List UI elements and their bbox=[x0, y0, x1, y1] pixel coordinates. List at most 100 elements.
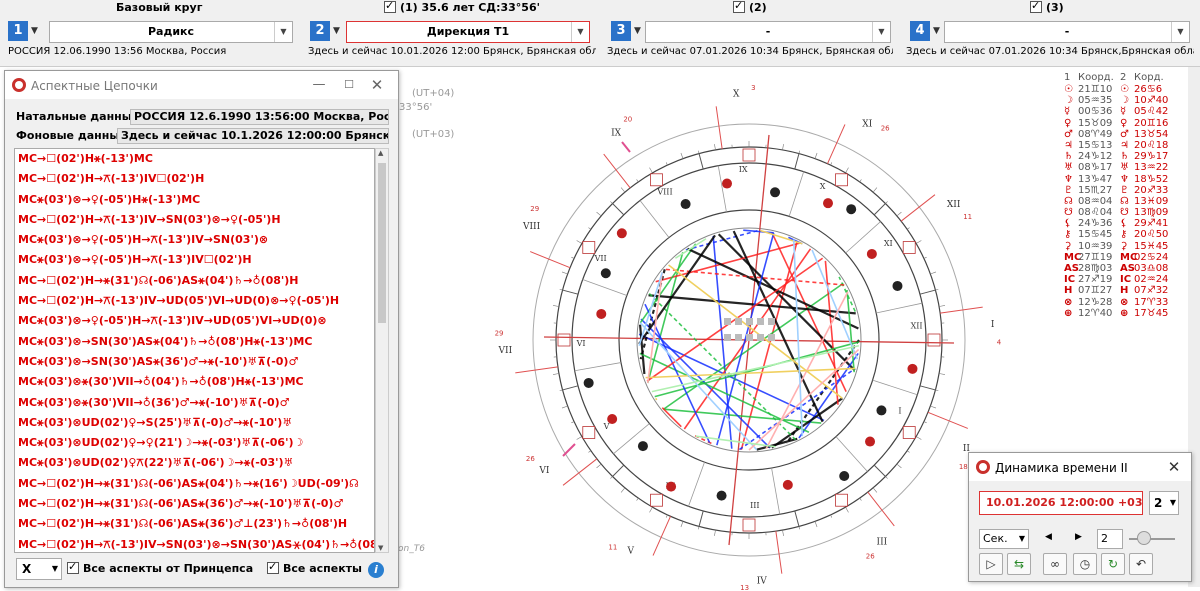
play-icon[interactable]: ▷ bbox=[979, 553, 1003, 575]
aspect-chain-row[interactable]: MC⚹(03')⊗UD(02')♀⚻(22')♅⊼(-06')☽→⚹(-03')… bbox=[15, 453, 374, 473]
speed-slider-handle[interactable] bbox=[1137, 531, 1151, 545]
aspect-chains-scrollbar[interactable]: ▲ ▼ bbox=[375, 148, 389, 553]
aspect-chain-row[interactable]: MC→☐(02')H→⚻(-13')IV→SN(03')⊗→SN(30')AS⚹… bbox=[15, 535, 374, 552]
aspect-chain-row[interactable]: MC→☐(02')H→⚹(31')☊(-06')AS⚹(36')♂⊥(23')♄… bbox=[15, 514, 374, 534]
circle-1-title: Базовый круг bbox=[116, 1, 203, 14]
undo-icon[interactable]: ↶ bbox=[1129, 553, 1153, 575]
chevron-down-icon[interactable]: ▼ bbox=[571, 22, 589, 42]
planet-glyph: ☽ bbox=[1120, 95, 1129, 107]
aspect-chain-row[interactable]: MC⚹(03')⊗UD(02')♀→♀(21')☽→⚹(-03')♅⊼(-06'… bbox=[15, 433, 374, 453]
reset-time-icon[interactable]: ↻ bbox=[1101, 553, 1125, 575]
aspect-chain-row[interactable]: MC→☐(02')H→⚹(31')☊(-06')AS⚹(04')♄→♁(08')… bbox=[15, 271, 374, 291]
circle-4-subtitle: Здесь и сейчас 07.01.2026 10:34 Брянск,Б… bbox=[906, 46, 1194, 57]
legend-row: ⚳ 10♒39 ⚳ 15♓45 bbox=[1064, 241, 1184, 252]
aspect-chain-row[interactable]: MC⚹(03')⊗→♀(-05')H→⚻(-13')IV→SN(03')⊗ bbox=[15, 230, 374, 250]
chevron-down-icon[interactable]: ▼ bbox=[1170, 492, 1176, 514]
legend-row: H 07♊27 H 07♐32 bbox=[1064, 285, 1184, 296]
aspect-chain-row[interactable]: MC⚹(03')⊗⚹(30')VII→♁(36')♂→⚹(-10')♅⊼(-0)… bbox=[15, 393, 374, 413]
maximize-icon[interactable]: ☐ bbox=[338, 75, 360, 95]
aspect-chain-row[interactable]: MC⚹(03')⊗⚹(30')VII→♁(04')♄→♁(08')H⚹(-13'… bbox=[15, 372, 374, 392]
scroll-thumb[interactable] bbox=[378, 163, 386, 323]
aspect-chain-row[interactable]: MC→☐(02')H→⚹(31')☊(-06')AS⚹(04')♄→⚹(16')… bbox=[15, 474, 374, 494]
circle-3-number-dropdown-icon[interactable]: ▼ bbox=[634, 26, 641, 36]
sync-icon[interactable]: ⇆ bbox=[1007, 553, 1031, 575]
planet-glyph: ♃ bbox=[1120, 139, 1129, 151]
chevron-down-icon[interactable]: ▼ bbox=[52, 559, 58, 579]
chevron-down-icon[interactable]: ▼ bbox=[1019, 530, 1025, 548]
circle-2-number-dropdown-icon[interactable]: ▼ bbox=[333, 26, 340, 36]
all-princeps-aspects-checkbox[interactable] bbox=[67, 560, 79, 574]
all-princeps-aspects-option[interactable]: Все аспекты от Принцепса bbox=[67, 560, 253, 575]
circle-1-number[interactable]: 1 bbox=[8, 21, 28, 41]
info-icon[interactable]: i bbox=[368, 562, 384, 578]
aspect-chain-row[interactable]: MC⚹(03')⊗UD(02')♀→S(25')♅⊼(-0)♂→⚹(-10')♅ bbox=[15, 413, 374, 433]
aspect-chain-row[interactable]: MC→☐(02')H→⚻(-13')IV☐(02')H bbox=[15, 169, 374, 189]
legend-row: ⚷ 15♋45 ⚷ 20♌50 bbox=[1064, 229, 1184, 240]
aspect-chains-list[interactable]: MC→☐(02')H⚹(-13')MC MC→☐(02')H→⚻(-13')IV☐… bbox=[14, 148, 375, 553]
circle-4-number[interactable]: 4 bbox=[910, 21, 930, 41]
planet-glyph: ☿ bbox=[1120, 106, 1127, 118]
circle-4-number-dropdown-icon[interactable]: ▼ bbox=[933, 26, 940, 36]
close-icon[interactable]: ✕ bbox=[366, 75, 388, 95]
step-spinbox[interactable]: 2 bbox=[1097, 529, 1123, 549]
aspect-chain-row[interactable]: MC⚹(03')⊗→SN(30')AS⚹(36')♂→⚹(-10')♅⊼(-0)… bbox=[15, 352, 374, 372]
datetime-field[interactable]: 10.01.2026 12:00:00 +03 Сб bbox=[979, 491, 1143, 515]
aspect-chain-row[interactable]: MC⚹(03')⊗→♀(-05')H→⚻(-13')IV→UD(05')VI→U… bbox=[15, 311, 374, 331]
all-aspects-checkbox[interactable] bbox=[267, 560, 279, 574]
circle-3-number[interactable]: 3 bbox=[611, 21, 631, 41]
circle-panel-1: Базовый круг 1 ▼ Радикс ▼ РОССИЯ 12.06.1… bbox=[0, 0, 300, 66]
chevron-down-icon[interactable]: ▼ bbox=[872, 22, 890, 42]
circle-1-number-dropdown-icon[interactable]: ▼ bbox=[31, 26, 38, 36]
circle-number-value: 2 bbox=[1154, 496, 1163, 510]
planet-glyph: ⚷ bbox=[1064, 229, 1072, 241]
circle-3-type-combo[interactable]: - ▼ bbox=[645, 21, 891, 43]
circle-4-checkbox[interactable] bbox=[1030, 0, 1042, 13]
scroll-up-icon[interactable]: ▲ bbox=[378, 149, 383, 157]
aspect-chain-row[interactable]: MC→☐(02')H⚹(-13')MC bbox=[15, 149, 374, 169]
scroll-down-icon[interactable]: ▼ bbox=[378, 544, 383, 552]
planet-coordinate: 15♋13 bbox=[1078, 139, 1113, 151]
planet-glyph: ♀ bbox=[1120, 117, 1128, 129]
planet-coordinate: 10♐40 bbox=[1134, 95, 1169, 107]
aspect-select-combo[interactable]: X ▼ bbox=[16, 558, 62, 580]
step-back-icon[interactable]: ◀ bbox=[1045, 532, 1052, 542]
circle-3-checkbox[interactable] bbox=[733, 0, 745, 13]
circle-2-checkbox[interactable] bbox=[384, 0, 396, 13]
speed-slider[interactable] bbox=[1129, 538, 1175, 540]
background-data-value: Здесь и сейчас 10.1.2026 12:00:00 Брянск… bbox=[117, 128, 389, 144]
aspect-chain-row[interactable]: MC→☐(02')H→⚻(-13')IV→UD(05')VI→UD(0)⊗→♀(… bbox=[15, 291, 374, 311]
all-aspects-option[interactable]: Все аспекты bbox=[267, 560, 362, 575]
chevron-down-icon[interactable]: ▼ bbox=[1171, 22, 1189, 42]
planet-coordinate: 27♐19 bbox=[1078, 274, 1113, 286]
circle-2-type-combo[interactable]: Дирекция T1 ▼ bbox=[346, 21, 590, 43]
circle-settings-bar: Базовый круг 1 ▼ Радикс ▼ РОССИЯ 12.06.1… bbox=[0, 0, 1200, 66]
circle-4-type-combo[interactable]: - ▼ bbox=[944, 21, 1190, 43]
planet-coordinate: 20♌50 bbox=[1134, 229, 1169, 241]
background-data-label: Фоновые данные: bbox=[16, 129, 132, 142]
planet-coordinate: 18♑52 bbox=[1134, 173, 1169, 185]
legend-row: ♃ 15♋13 ♃ 20♌18 bbox=[1064, 140, 1184, 151]
minimize-icon[interactable]: — bbox=[308, 75, 330, 95]
planet-glyph: ⚳ bbox=[1120, 240, 1128, 252]
aspect-chain-row[interactable]: MC→☐(02')H→⚹(31')☊(-06')AS⚹(36')♂→⚹(-10'… bbox=[15, 494, 374, 514]
planet-glyph: ☽ bbox=[1064, 95, 1073, 107]
circle-2-number[interactable]: 2 bbox=[310, 21, 330, 41]
circle-1-type-combo[interactable]: Радикс ▼ bbox=[49, 21, 293, 43]
aspect-chain-row[interactable]: MC⚹(03')⊗→♀(-05')H⚹(-13')MC bbox=[15, 190, 374, 210]
circle-number-combo[interactable]: 2 ▼ bbox=[1149, 491, 1179, 515]
aspect-chain-row[interactable]: MC⚹(03')⊗→♀(-05')H→⚻(-13')IV☐(02')H bbox=[15, 250, 374, 270]
dynamics-titlebar[interactable]: Динамика времени II ✕ bbox=[969, 453, 1191, 481]
planet-glyph: ⚳ bbox=[1064, 240, 1072, 252]
link-icon[interactable]: ∞ bbox=[1043, 553, 1067, 575]
time-unit-combo[interactable]: Сек. ▼ bbox=[979, 529, 1029, 549]
chevron-down-icon[interactable]: ▼ bbox=[274, 22, 292, 42]
planet-glyph: MC bbox=[1064, 251, 1082, 263]
close-icon[interactable]: ✕ bbox=[1163, 457, 1185, 477]
planet-glyph: MC bbox=[1120, 251, 1138, 263]
aspect-chains-titlebar[interactable]: Аспектные Цепочки — ☐ ✕ bbox=[5, 71, 398, 99]
step-forward-icon[interactable]: ▶ bbox=[1075, 532, 1082, 542]
aspect-chain-row[interactable]: MC⚹(03')⊗→SN(30')AS⚹(04')♄→♁(08')H⚹(-13'… bbox=[15, 332, 374, 352]
aspect-chain-row[interactable]: MC→☐(02')H→⚻(-13')IV→SN(03')⊗→♀(-05')H bbox=[15, 210, 374, 230]
circle-4-title: (3) bbox=[1030, 0, 1064, 14]
clock-icon[interactable]: ◷ bbox=[1073, 553, 1097, 575]
